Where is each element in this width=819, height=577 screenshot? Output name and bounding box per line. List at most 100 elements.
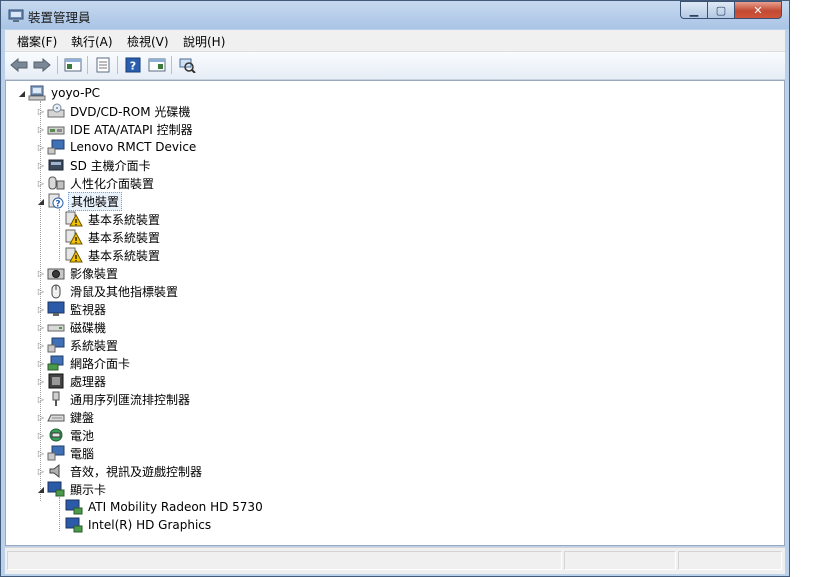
status-bar bbox=[5, 547, 785, 574]
tree-child-base-system-device[interactable]: 基本系統裝置 bbox=[65, 210, 162, 228]
expand-arrow-icon[interactable]: ▷ bbox=[35, 377, 47, 386]
tree-item-label: 滑鼠及其他指標裝置 bbox=[70, 284, 179, 299]
menu-bar: 檔案(F) 執行(A) 檢視(V) 說明(H) bbox=[5, 30, 785, 52]
tree-item-display-adapters[interactable]: ◢ 顯示卡 bbox=[35, 480, 108, 498]
tree-child-base-system-device[interactable]: 基本系統裝置 bbox=[65, 246, 162, 264]
tree-item-label: 音效，視訊及遊戲控制器 bbox=[70, 464, 203, 479]
menu-file[interactable]: 檔案(F) bbox=[17, 33, 57, 50]
menu-action[interactable]: 執行(A) bbox=[71, 33, 113, 50]
device-tree[interactable]: ◢ yoyo-PC ▷ DVD/CD-ROM 光碟機 ▷ IDE ATA/ATA… bbox=[5, 80, 785, 546]
tree-item-lenovo[interactable]: ▷ Lenovo RMCT Device bbox=[35, 138, 198, 156]
menu-help[interactable]: 說明(H) bbox=[183, 33, 225, 50]
expand-arrow-icon[interactable]: ▷ bbox=[35, 359, 47, 368]
title-bar[interactable]: 裝置管理員 ▁ ▢ ✕ bbox=[1, 1, 789, 29]
window-controls: ▁ ▢ ✕ bbox=[680, 1, 782, 20]
tree-child-label: 基本系統裝置 bbox=[88, 248, 161, 263]
dvd-drive-icon bbox=[47, 103, 65, 118]
expand-arrow-icon[interactable]: ▷ bbox=[35, 413, 47, 422]
tree-item-computer[interactable]: ▷ 電腦 bbox=[35, 444, 96, 462]
sd-host-icon bbox=[48, 159, 64, 171]
device-manager-app-icon bbox=[8, 9, 24, 22]
expand-arrow-icon[interactable]: ▷ bbox=[35, 179, 47, 188]
tree-item-label: 電池 bbox=[70, 428, 95, 443]
expand-arrow-icon[interactable]: ▷ bbox=[35, 395, 47, 404]
collapse-arrow-icon[interactable]: ◢ bbox=[35, 485, 47, 494]
toolbar-separator bbox=[171, 56, 172, 74]
expand-arrow-icon[interactable]: ▷ bbox=[35, 323, 47, 332]
tree-item-sd-host[interactable]: ▷ SD 主機介面卡 bbox=[35, 156, 153, 174]
monitor-icon bbox=[47, 301, 65, 316]
ide-controller-icon bbox=[47, 126, 65, 135]
tree-item-mouse[interactable]: ▷ 滑鼠及其他指標裝置 bbox=[35, 282, 180, 300]
tree-item-label: 網路介面卡 bbox=[70, 356, 131, 371]
tree-item-usb[interactable]: ▷ 通用序列匯流排控制器 bbox=[35, 390, 192, 408]
expand-arrow-icon[interactable]: ▷ bbox=[35, 431, 47, 440]
tree-item-label: 其他裝置 bbox=[68, 191, 123, 211]
tree-item-label: 人性化介面裝置 bbox=[70, 176, 155, 191]
svg-text:?: ? bbox=[130, 60, 136, 73]
expand-arrow-icon[interactable]: ▷ bbox=[35, 341, 47, 350]
back-icon[interactable] bbox=[9, 56, 29, 74]
expand-arrow-icon[interactable]: ▷ bbox=[35, 467, 47, 476]
tree-root[interactable]: ◢ yoyo-PC bbox=[16, 84, 102, 102]
tree-item-sound[interactable]: ▷ 音效，視訊及遊戲控制器 bbox=[35, 462, 204, 480]
expand-arrow-icon[interactable]: ▷ bbox=[35, 107, 47, 116]
display-adapter-icon bbox=[65, 517, 83, 533]
tree-item-batteries[interactable]: ▷ 電池 bbox=[35, 426, 96, 444]
tree-item-label: 顯示卡 bbox=[70, 482, 107, 497]
toolbar: ? bbox=[5, 52, 785, 80]
tree-child-base-system-device[interactable]: 基本系統裝置 bbox=[65, 228, 162, 246]
tree-item-ide[interactable]: ▷ IDE ATA/ATAPI 控制器 bbox=[35, 120, 195, 138]
expand-arrow-icon[interactable]: ▷ bbox=[35, 449, 47, 458]
close-button[interactable]: ✕ bbox=[734, 1, 782, 19]
sound-icon bbox=[49, 463, 60, 479]
properties-icon[interactable] bbox=[93, 56, 113, 74]
display-adapter-icon bbox=[47, 481, 65, 497]
scan-hardware-icon[interactable] bbox=[177, 56, 197, 74]
tree-item-other-devices[interactable]: ◢ ? 其他裝置 bbox=[35, 191, 123, 211]
expand-arrow-icon[interactable]: ▷ bbox=[35, 161, 47, 170]
toolbar-separator bbox=[117, 56, 118, 74]
tree-item-processors[interactable]: ▷ 處理器 bbox=[35, 372, 108, 390]
lenovo-device-icon bbox=[47, 139, 65, 155]
collapse-arrow-icon[interactable]: ◢ bbox=[35, 197, 47, 206]
tree-guide-line bbox=[59, 209, 60, 261]
tree-item-disk-drives[interactable]: ▷ 磁碟機 bbox=[35, 318, 108, 336]
tree-child-label: 基本系統裝置 bbox=[88, 230, 161, 245]
tree-item-keyboards[interactable]: ▷ 鍵盤 bbox=[35, 408, 96, 426]
menu-view[interactable]: 檢視(V) bbox=[127, 33, 169, 50]
window-title: 裝置管理員 bbox=[28, 10, 91, 25]
expand-arrow-icon[interactable]: ▷ bbox=[35, 143, 47, 152]
expand-arrow-icon[interactable]: ▷ bbox=[35, 287, 47, 296]
collapse-arrow-icon[interactable]: ◢ bbox=[16, 89, 28, 98]
show-hide-tree-icon[interactable] bbox=[63, 56, 83, 74]
tree-child-intel-hd[interactable]: Intel(R) HD Graphics bbox=[65, 516, 213, 534]
tree-item-system-devices[interactable]: ▷ 系統裝置 bbox=[35, 336, 120, 354]
tree-item-imaging[interactable]: ▷ 影像裝置 bbox=[35, 264, 120, 282]
expand-arrow-icon[interactable]: ▷ bbox=[35, 305, 47, 314]
expand-arrow-icon[interactable]: ▷ bbox=[35, 125, 47, 134]
tree-item-label: 鍵盤 bbox=[70, 410, 95, 425]
imaging-device-icon bbox=[47, 268, 65, 280]
status-pane bbox=[7, 551, 562, 570]
action-pane-icon[interactable] bbox=[147, 56, 167, 74]
tree-item-label: 監視器 bbox=[70, 302, 107, 317]
tree-item-monitors[interactable]: ▷ 監視器 bbox=[35, 300, 108, 318]
maximize-button[interactable]: ▢ bbox=[707, 1, 734, 19]
tree-item-dvd[interactable]: ▷ DVD/CD-ROM 光碟機 bbox=[35, 102, 192, 120]
warning-device-icon bbox=[65, 211, 83, 227]
warning-device-icon bbox=[65, 229, 83, 245]
tree-guide-line bbox=[59, 497, 60, 531]
computer-icon bbox=[28, 85, 46, 101]
minimize-button[interactable]: ▁ bbox=[680, 1, 707, 19]
tree-item-label: SD 主機介面卡 bbox=[70, 158, 151, 173]
tree-item-network[interactable]: ▷ 網路介面卡 bbox=[35, 354, 132, 372]
tree-child-label: 基本系統裝置 bbox=[88, 212, 161, 227]
tree-item-hid[interactable]: ▷ 人性化介面裝置 bbox=[35, 174, 156, 192]
forward-icon[interactable] bbox=[32, 56, 52, 74]
tree-child-ati-radeon[interactable]: ATI Mobility Radeon HD 5730 bbox=[65, 498, 265, 516]
help-icon[interactable]: ? bbox=[123, 56, 143, 74]
tree-item-label: DVD/CD-ROM 光碟機 bbox=[70, 104, 191, 119]
tree-item-label: 磁碟機 bbox=[70, 320, 107, 335]
expand-arrow-icon[interactable]: ▷ bbox=[35, 269, 47, 278]
